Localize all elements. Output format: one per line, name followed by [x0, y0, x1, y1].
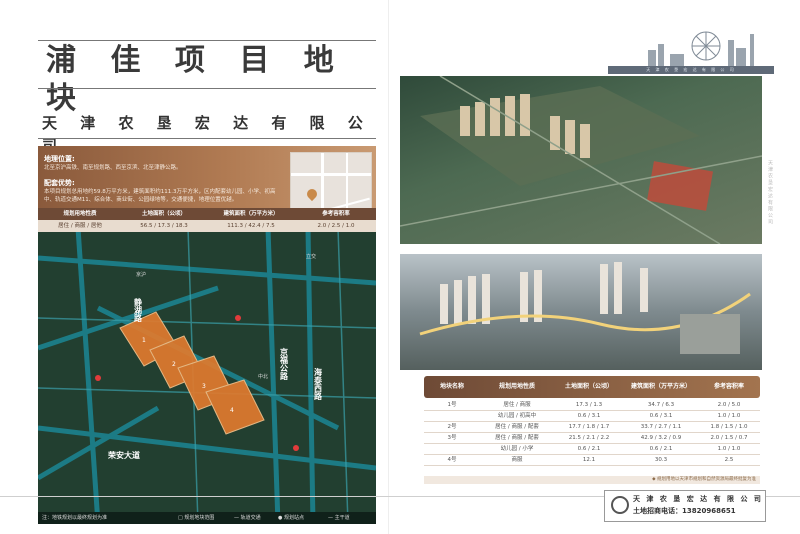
advantage-text: 本项目规划总用地约59.8万平方米，建筑面积约111.3万平方米，区内配套幼儿园…: [44, 189, 276, 203]
summary-table-row: 居住 / 商服 / 居他 56.5 / 17.3 / 18.3 111.3 / …: [38, 220, 376, 232]
aerial-rendering-top: [400, 76, 762, 244]
detail-header-parcel: 地块名称: [439, 383, 464, 390]
contact-phone: 土地招商电话：13820968651: [633, 507, 736, 515]
summary-cell-building: 111.3 / 42.4 / 7.5: [227, 223, 275, 229]
table-row: 3号 居住 / 商服 / 配套 21.5 / 2.1 / 2.2 42.9 / …: [424, 433, 760, 444]
aerial-rendering-bottom: [400, 254, 762, 370]
city-skyline-logo: [618, 26, 770, 70]
legend-station: ● 规划站点: [278, 515, 304, 521]
parcel-detail-table: 地块名称 规划用地性质 土地面积（公顷） 建筑面积（万平方米） 参考容积率 1号…: [424, 376, 760, 474]
contact-box: 天 津 农 垦 宏 达 有 限 公 司 土地招商电话：13820968651: [604, 490, 766, 522]
contact-company: 天 津 农 垦 宏 达 有 限 公 司: [633, 495, 763, 503]
summary-header-far: 参考容积率: [322, 211, 350, 217]
brochure-page: 浦 佳 项 目 地 块 天 津 农 垦 宏 达 有 限 公 司 地理位置: 北至…: [0, 0, 800, 534]
summary-cell-far: 2.0 / 2.5 / 1.0: [317, 223, 355, 229]
map-label-jinghu-rail: 京沪: [136, 271, 146, 278]
map-legend: 注：地铁规划以最终规划为准 □ 规划地块范围 — 轨道交通 ● 规划站点 — 主…: [38, 512, 376, 524]
road-label-jinghu: 静湖路: [133, 297, 143, 323]
table-row: 2号 居住 / 商服 / 配套 17.7 / 1.8 / 1.7 33.7 / …: [424, 422, 760, 433]
contact-logo-icon: [611, 496, 629, 514]
road-label-haitai: 海泰西路: [313, 367, 323, 401]
table-row: 幼儿园 / 初高中 0.6 / 3.1 0.6 / 3.1 1.0 / 1.0: [424, 411, 760, 422]
metro-station-icon: [235, 315, 241, 321]
legend-road: — 主干道: [328, 515, 350, 521]
location-heading: 地理位置:: [44, 155, 75, 163]
metro-station-icon: [293, 445, 299, 451]
logo-company-bar: 天 津 农 垦 宏 达 有 限 公 司: [608, 66, 774, 74]
parcel-4-label: 4: [230, 407, 234, 414]
aerial-rendering-1-graphic: [400, 76, 762, 244]
detail-header-building: 建筑面积（万平方米）: [630, 383, 691, 390]
detail-table-header: 地块名称 规划用地性质 土地面积（公顷） 建筑面积（万平方米） 参考容积率: [424, 376, 760, 398]
summary-header-building: 建筑面积（万平方米）: [223, 211, 279, 217]
legend-parcel: □ 规划地块范围: [178, 515, 215, 521]
parcel-2-label: 2: [172, 361, 176, 368]
map-label-interchange: 立交: [306, 253, 316, 260]
aerial-rendering-2-graphic: [419, 262, 751, 354]
left-column: 浦 佳 项 目 地 块 天 津 农 垦 宏 达 有 限 公 司 地理位置: 北至…: [38, 38, 376, 524]
detail-header-far: 参考容积率: [713, 383, 744, 390]
table-row: 4号 商服 12.1 30.3 2.5: [424, 455, 760, 466]
page-title: 浦 佳 项 目 地 块: [46, 43, 346, 116]
location-text: 北至京沪高铁、南至规划路、西至京滨、北至津静公路。: [44, 165, 182, 171]
title-top-rule: [38, 40, 376, 41]
page-divider: [388, 0, 389, 534]
summary-header-use: 规划用地性质: [63, 211, 97, 217]
summary-cell-use: 居住 / 商服 / 居他: [58, 223, 102, 229]
map-graphic: 1 2 3 4 京福公路 海泰西路 静湖路 荣安大道 立交 京沪 中北: [38, 228, 376, 524]
summary-header-area: 土地面积（公顷）: [141, 211, 186, 217]
summary-table: 规划用地性质 土地面积（公顷） 建筑面积（万平方米） 参考容积率 居住 / 商服…: [38, 208, 376, 232]
advantage-heading: 配套优势:: [44, 179, 75, 187]
skyline-icon: [648, 31, 754, 66]
metro-station-icon: [95, 375, 101, 381]
road-label-rongan: 荣安大道: [107, 450, 140, 460]
table-row: 幼儿园 / 小学 0.6 / 2.1 0.6 / 2.1 1.0 / 1.0: [424, 444, 760, 455]
parcel-map: 1 2 3 4 京福公路 海泰西路 静湖路 荣安大道 立交 京沪 中北 注：地铁…: [38, 228, 376, 524]
map-label-zhongbei: 中北: [258, 373, 268, 380]
road-label-jingfu: 京福公路: [279, 347, 289, 381]
subtitle-rule: [38, 138, 376, 139]
detail-header-use: 规划用地性质: [498, 383, 535, 390]
vertical-side-text: 天 津 农 垦 宏 达 有 限 公 司: [767, 160, 773, 225]
detail-header-area: 土地面积（公顷）: [564, 383, 613, 390]
table-footnote: ◆ 规划用地以天津市规划和自然资源局最终批复为准: [424, 476, 760, 484]
parcel-1-label: 1: [142, 337, 146, 344]
table-row: 1号 居住 / 商服 17.3 / 1.3 34.7 / 6.3 2.0 / 5…: [424, 400, 760, 411]
summary-cell-area: 56.5 / 17.3 / 18.3: [140, 223, 188, 229]
location-pin-icon: [304, 186, 320, 202]
legend-rail: — 轨道交通: [234, 515, 261, 521]
legend-note: 注：地铁规划以最终规划为准: [42, 515, 108, 521]
summary-table-header: 规划用地性质 土地面积（公顷） 建筑面积（万平方米） 参考容积率: [38, 208, 376, 220]
company-subtitle: 天 津 农 垦 宏 达 有 限 公 司: [42, 114, 372, 154]
parcel-3-label: 3: [202, 383, 206, 390]
title-bottom-rule: [38, 88, 376, 89]
